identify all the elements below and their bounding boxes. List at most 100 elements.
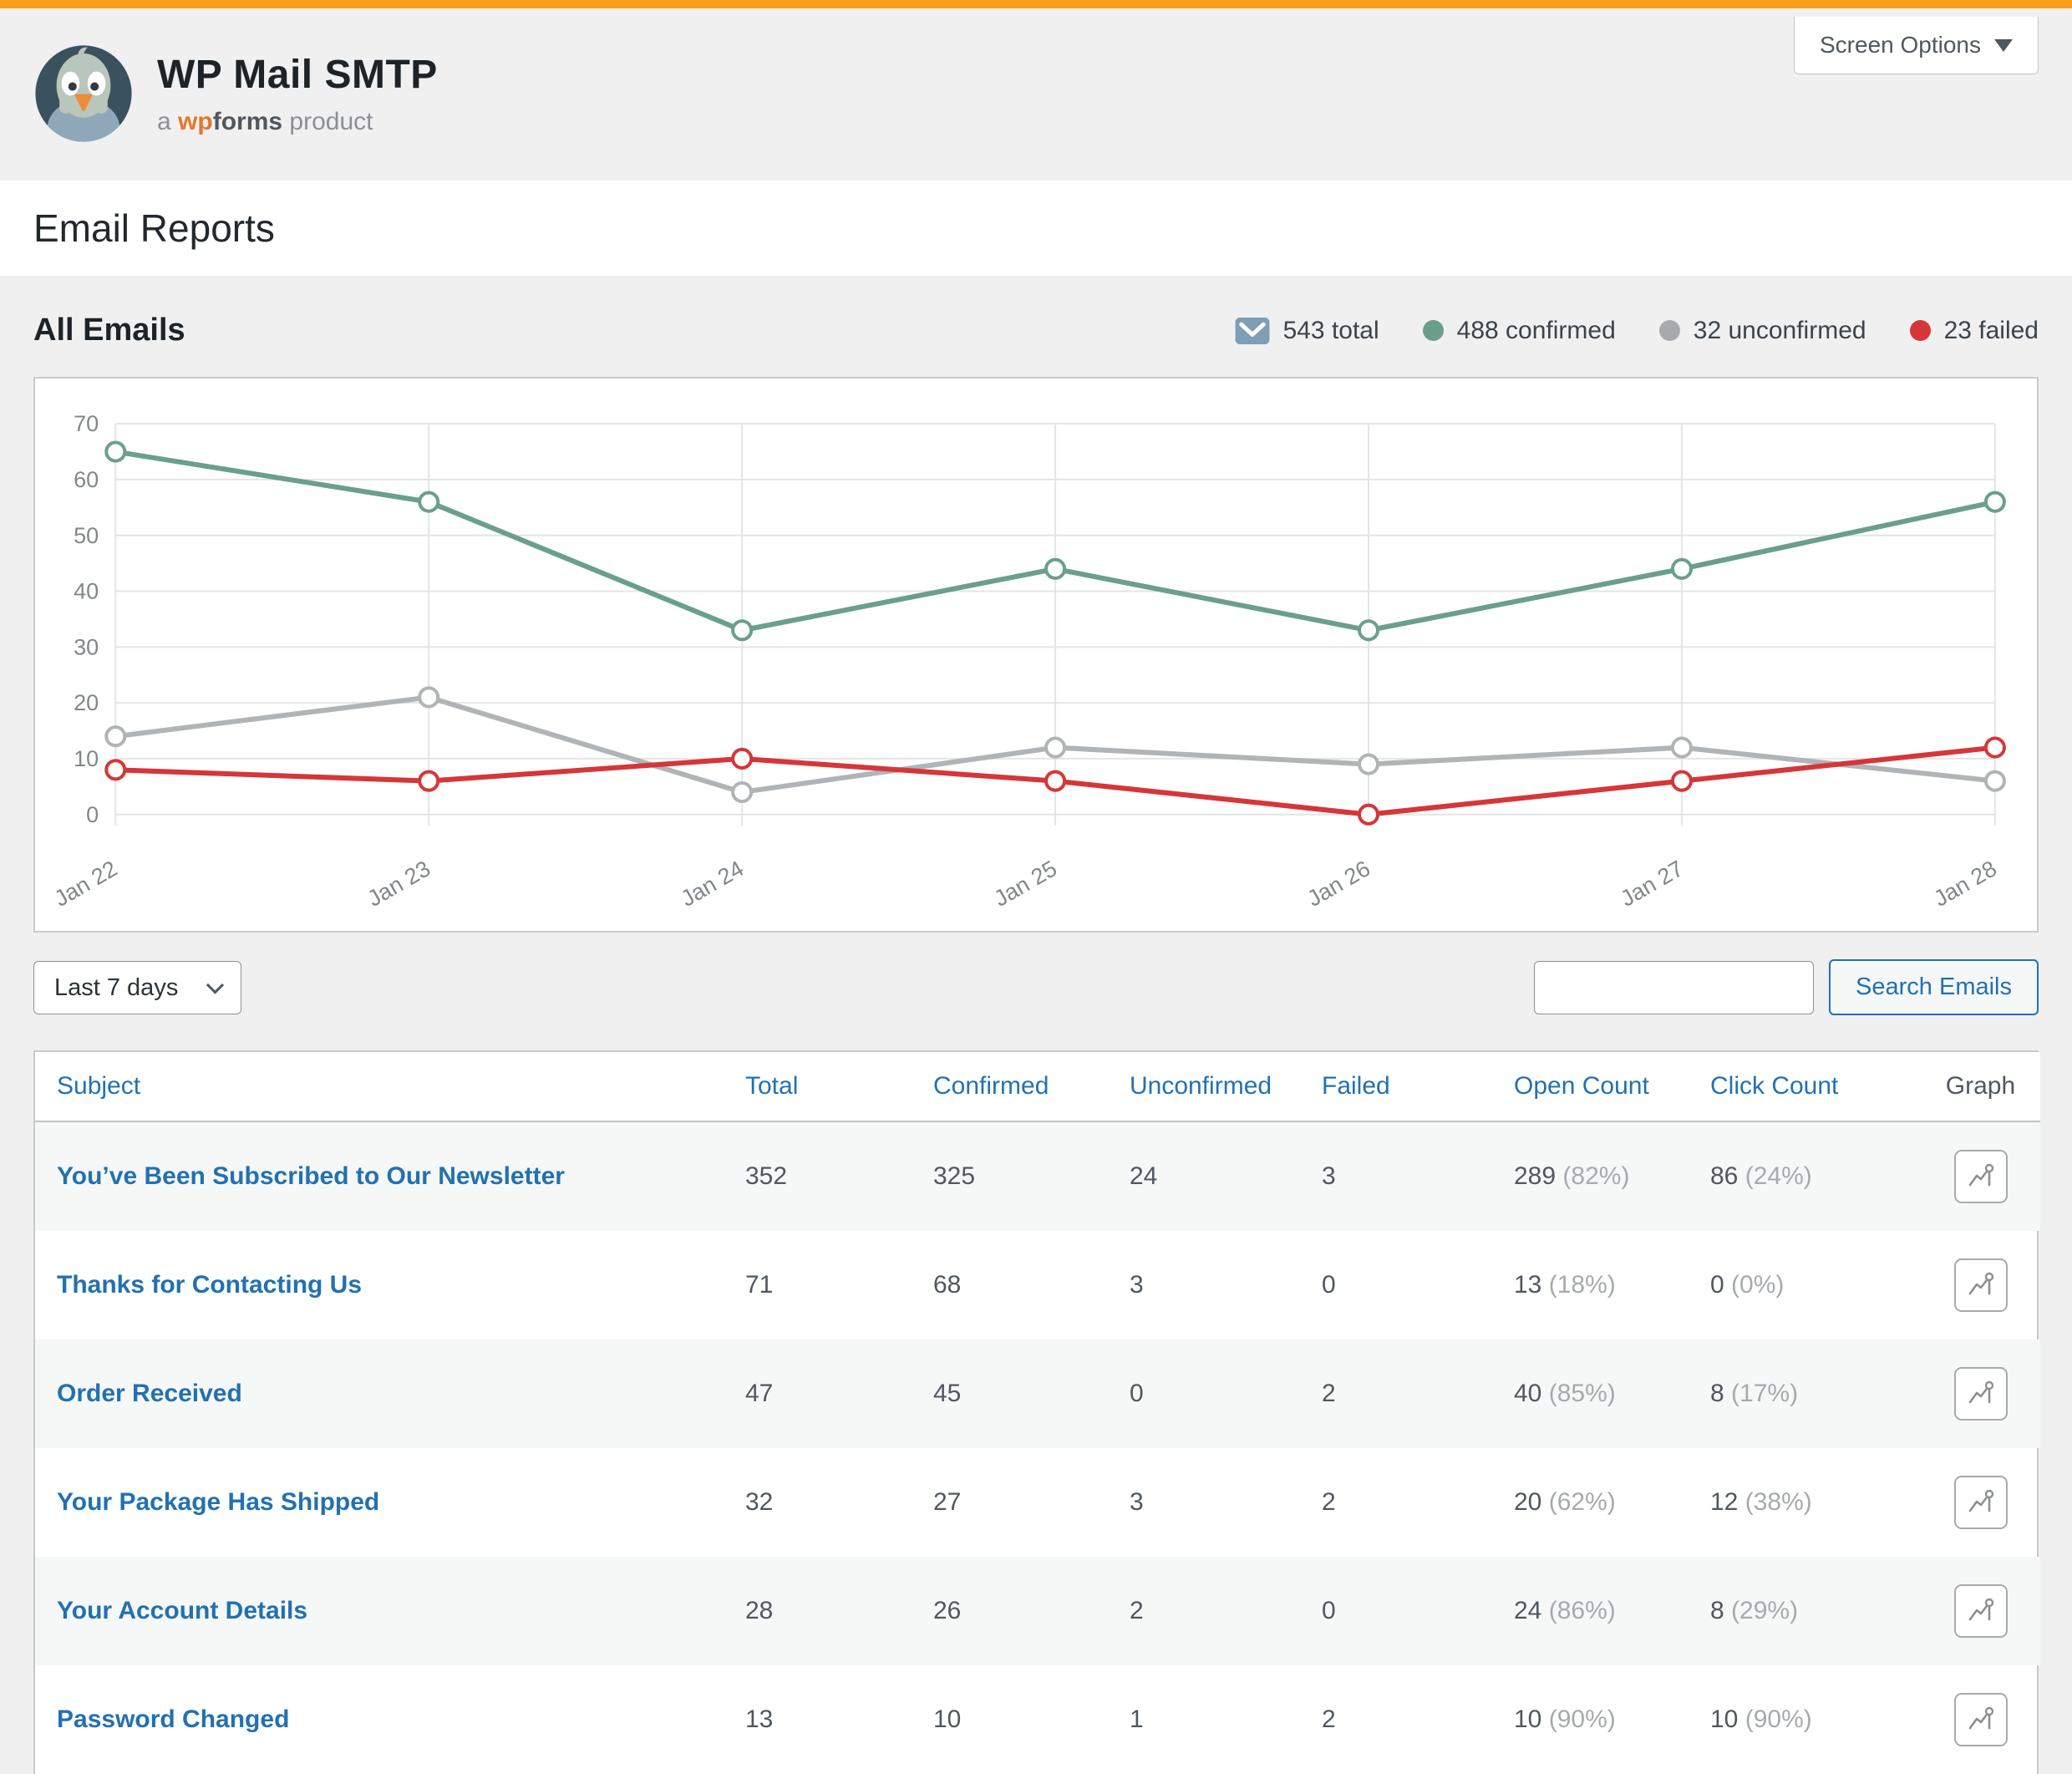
date-range-select-wrap: Last 7 days [33,961,241,1014]
legend-label: 32 unconfirmed [1694,317,1866,345]
legend-item: 23 failed [1910,317,2039,345]
legend-label: 488 confirmed [1457,317,1616,345]
cell-unconfirmed: 24 [1130,1121,1322,1231]
emails-line-chart: 010203040506070Jan 22Jan 23Jan 24Jan 25J… [48,389,2024,929]
app-title-block: WP Mail SMTP a wpforms product [157,52,438,136]
legend-label: 543 total [1283,317,1379,345]
row-graph-button[interactable] [1954,1258,2008,1312]
svg-text:Jan 26: Jan 26 [1303,855,1374,912]
svg-text:Jan 22: Jan 22 [49,855,121,912]
column-sort-unconfirmed[interactable]: Unconfirmed [1130,1072,1272,1100]
email-subject-link[interactable]: Order Received [57,1380,242,1407]
svg-text:60: 60 [74,466,99,492]
svg-text:30: 30 [74,633,99,659]
column-sort-click[interactable]: Click Count [1710,1072,1838,1100]
legend-item: 488 confirmed [1423,317,1616,345]
mini-line-chart-icon [1966,1705,1996,1735]
cell-click-count: 8 (29%) [1710,1557,1936,1665]
email-subject-link[interactable]: Your Package Has Shipped [57,1488,379,1516]
wpforms-brand-forms: forms [213,108,282,135]
row-graph-button[interactable] [1954,1693,2008,1746]
page-title: Email Reports [33,206,2039,251]
app-title: WP Mail SMTP [157,52,438,98]
legend-dot-icon [1659,320,1680,341]
column-sort-total[interactable]: Total [745,1072,798,1100]
legend-dot-icon [1423,320,1444,341]
screen-options-button[interactable]: Screen Options [1794,17,2039,74]
email-subject-link[interactable]: Thanks for Contacting Us [57,1271,362,1299]
row-graph-button[interactable] [1954,1150,2008,1203]
cell-open-count: 13 (18%) [1514,1231,1710,1339]
table-row: Order Received 47 45 0 2 40 (85%) 8 (17%… [35,1339,2040,1448]
row-graph-button[interactable] [1954,1476,2008,1529]
cell-confirmed: 68 [933,1231,1130,1339]
cell-total: 32 [745,1448,933,1557]
table-row: You’ve Been Subscribed to Our Newsletter… [35,1121,2040,1231]
column-sort-subject[interactable]: Subject [57,1072,140,1100]
search-emails-button[interactable]: Search Emails [1829,959,2039,1015]
mini-line-chart-icon [1966,1596,1996,1626]
cell-click-count: 86 (24%) [1710,1121,1936,1231]
cell-failed: 0 [1322,1557,1514,1665]
cell-failed: 2 [1322,1665,1514,1774]
cell-failed: 0 [1322,1231,1514,1339]
cell-confirmed: 10 [933,1665,1130,1774]
cell-total: 352 [745,1121,933,1231]
table-body: You’ve Been Subscribed to Our Newsletter… [35,1121,2040,1774]
cell-open-count: 20 (62%) [1514,1448,1710,1557]
envelope-icon [1235,317,1270,345]
svg-text:20: 20 [74,689,99,715]
table-row: Thanks for Contacting Us 71 68 3 0 13 (1… [35,1231,2040,1339]
cell-total: 71 [745,1231,933,1339]
cell-failed: 2 [1322,1339,1514,1448]
column-sort-failed[interactable]: Failed [1322,1072,1390,1100]
cell-open-count: 10 (90%) [1514,1665,1710,1774]
svg-text:50: 50 [74,522,99,548]
svg-text:40: 40 [74,578,99,604]
wpforms-brand-wp: wp [178,108,213,135]
cell-click-count: 0 (0%) [1710,1231,1936,1339]
search-group: Search Emails [1534,959,2039,1015]
cell-click-count: 10 (90%) [1710,1665,1936,1774]
svg-text:Jan 28: Jan 28 [1929,855,2001,912]
table-header-row: Subject Total Confirmed Unconfirmed Failed Op… [35,1052,2040,1121]
cell-unconfirmed: 2 [1130,1557,1322,1665]
row-graph-button[interactable] [1954,1584,2008,1638]
legend: 543 total 488 confirmed 32 unconfirmed 23 f… [1235,317,2039,345]
cell-click-count: 12 (38%) [1710,1448,1936,1557]
byline-prefix: a [157,108,171,135]
app-byline: a wpforms product [157,108,438,136]
page-title-band: Email Reports [0,180,2072,276]
column-sort-open[interactable]: Open Count [1514,1072,1649,1100]
mini-line-chart-icon [1966,1379,1996,1409]
date-range-select[interactable]: Last 7 days [33,961,241,1014]
search-input[interactable] [1534,961,1814,1014]
row-graph-button[interactable] [1954,1367,2008,1421]
email-subject-link[interactable]: Password Changed [57,1705,289,1733]
cell-failed: 2 [1322,1448,1514,1557]
cell-open-count: 40 (85%) [1514,1339,1710,1448]
screen-options-label: Screen Options [1820,32,1981,58]
cell-failed: 3 [1322,1121,1514,1231]
cell-confirmed: 27 [933,1448,1130,1557]
column-label-graph: Graph [1946,1072,2015,1100]
cell-unconfirmed: 0 [1130,1339,1322,1448]
cell-total: 28 [745,1557,933,1665]
svg-text:10: 10 [74,745,99,771]
cell-confirmed: 45 [933,1339,1130,1448]
mini-line-chart-icon [1966,1487,1996,1517]
cell-open-count: 289 (82%) [1514,1121,1710,1231]
column-sort-confirmed[interactable]: Confirmed [933,1072,1049,1100]
svg-text:Jan 23: Jan 23 [363,855,434,912]
cell-unconfirmed: 1 [1130,1665,1322,1774]
cell-click-count: 8 (17%) [1710,1339,1936,1448]
legend-item: 32 unconfirmed [1659,317,1866,345]
mini-line-chart-icon [1966,1270,1996,1300]
email-subject-link[interactable]: You’ve Been Subscribed to Our Newsletter [57,1162,565,1190]
table-controls: Last 7 days Search Emails [33,959,2039,1015]
table-row: Your Package Has Shipped 32 27 3 2 20 (6… [35,1448,2040,1557]
email-reports-table-card: Subject Total Confirmed Unconfirmed Failed Op… [33,1050,2039,1774]
cell-unconfirmed: 3 [1130,1231,1322,1339]
email-reports-table: Subject Total Confirmed Unconfirmed Failed Op… [35,1052,2040,1774]
email-subject-link[interactable]: Your Account Details [57,1597,307,1624]
